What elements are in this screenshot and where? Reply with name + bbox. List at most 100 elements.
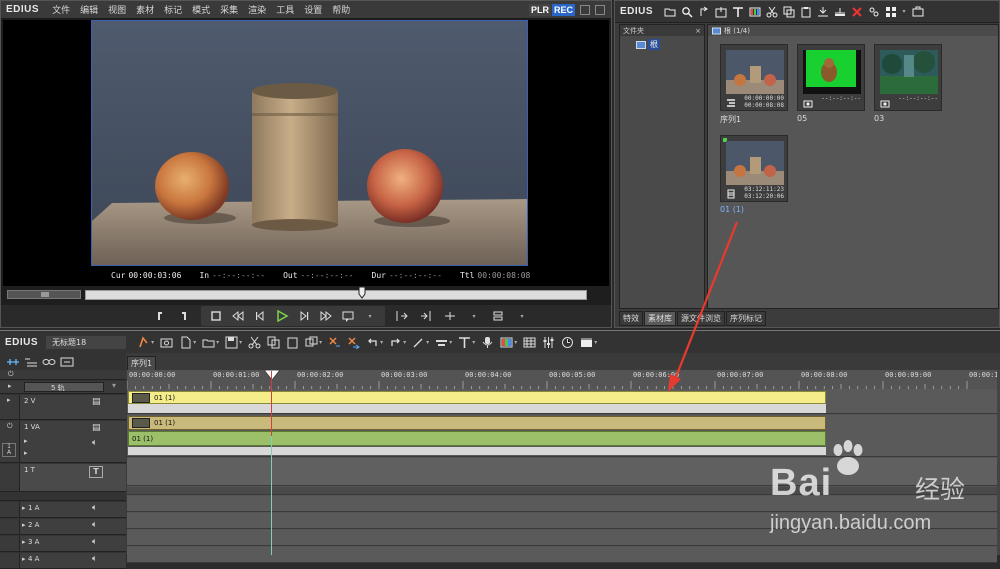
loop-dropdown-icon[interactable]: ▾	[361, 307, 379, 325]
track-header-4a[interactable]: 4 A ▸ 🔈︎	[0, 553, 126, 569]
track-header-2a[interactable]: 2 A ▸ 🔈︎	[0, 519, 126, 535]
snapshot-icon[interactable]	[160, 336, 173, 349]
add-cut-icon[interactable]: ▾	[412, 336, 429, 349]
menu-render[interactable]: 渲染	[243, 3, 271, 16]
menu-capture[interactable]: 采集	[215, 3, 243, 16]
speaker-icon[interactable]: 🔈︎	[92, 520, 97, 530]
stop-icon[interactable]	[207, 307, 225, 325]
layout-icon[interactable]: ▾	[580, 336, 597, 349]
delete-icon[interactable]	[850, 5, 863, 18]
track-header-1va[interactable]: ⏻ 1A 1 VA ▤ 🔈︎ ▸ ▸	[0, 421, 126, 463]
speaker-icon[interactable]: 🔈︎	[92, 554, 97, 564]
step-back-icon[interactable]	[251, 307, 269, 325]
group-icon[interactable]	[60, 357, 74, 367]
video-track-icon[interactable]: ▤	[92, 423, 102, 433]
clip-item[interactable]: --:--:--:-- 05	[797, 44, 865, 123]
folder-root[interactable]: 根	[636, 39, 704, 50]
render-icon[interactable]: ▾	[500, 336, 517, 349]
tab-source-browser[interactable]: 源文件浏览	[677, 311, 725, 326]
track-lock[interactable]: ⏻ 1A	[0, 421, 20, 462]
menu-view[interactable]: 视图	[103, 3, 131, 16]
view-dropdown-icon[interactable]: ▾	[901, 5, 907, 18]
transition-icon[interactable]: ▾	[435, 336, 452, 349]
open-icon[interactable]: ▾	[202, 336, 219, 349]
insert-to-timeline-icon[interactable]	[393, 307, 411, 325]
menu-file[interactable]: 文件	[47, 3, 75, 16]
parent-folder-icon[interactable]	[697, 5, 710, 18]
menu-clip[interactable]: 素材	[131, 3, 159, 16]
speaker-icon[interactable]: 🔈︎	[92, 438, 97, 448]
cut-icon[interactable]	[765, 5, 778, 18]
title-track-icon[interactable]: T	[89, 466, 103, 478]
save-icon[interactable]: ▾	[225, 336, 242, 349]
cut-icon[interactable]	[248, 336, 261, 349]
playhead-handle[interactable]	[264, 370, 280, 380]
track-lock[interactable]	[0, 519, 20, 534]
audio-mixer-icon[interactable]	[542, 336, 555, 349]
track-count-select[interactable]: 5 轨	[24, 382, 104, 392]
track-header-1a[interactable]: 1 A ▸ 🔈︎	[0, 502, 126, 518]
expand-icon[interactable]: ▸	[24, 449, 28, 457]
folder-pane-close-icon[interactable]: ×	[695, 27, 701, 35]
tab-bin[interactable]: 素材库	[644, 311, 676, 326]
expand-icon[interactable]: ▸	[22, 555, 26, 563]
ripple-delete-icon[interactable]	[347, 336, 361, 349]
play-icon[interactable]	[273, 307, 291, 325]
clip-thumbnail-frame[interactable]: 03:12:11:23 03:12:20:06	[720, 135, 788, 202]
timeline-clip[interactable]: 01 (1)	[128, 416, 826, 430]
mode-icon[interactable]: ▾	[137, 335, 154, 349]
menu-tools[interactable]: 工具	[271, 3, 299, 16]
sequence-tab[interactable]: 序列1	[127, 356, 157, 370]
plr-rec-switch[interactable]: PLR REC	[528, 3, 611, 16]
menu-settings[interactable]: 设置	[299, 3, 327, 16]
link-icon[interactable]	[42, 357, 56, 367]
title-icon[interactable]: ▾	[458, 336, 475, 349]
sync-lock-icon[interactable]: ⏻	[8, 370, 14, 379]
menu-help[interactable]: 帮助	[327, 3, 355, 16]
expand-icon[interactable]: ▸	[22, 521, 26, 529]
close-button[interactable]	[595, 4, 605, 15]
track-lock[interactable]	[0, 536, 20, 551]
folder-icon[interactable]	[663, 5, 676, 18]
clip-thumbnail-frame[interactable]: 00:00:00:00 00:00:08:08	[720, 44, 788, 111]
search-icon[interactable]	[680, 5, 693, 18]
step-forward-icon[interactable]	[295, 307, 313, 325]
timecode-clock-icon[interactable]	[561, 336, 574, 349]
shuttle-slider[interactable]	[7, 290, 81, 299]
set-in-icon[interactable]	[151, 307, 169, 325]
menu-mode[interactable]: 模式	[187, 3, 215, 16]
add-to-timeline-icon[interactable]	[816, 5, 829, 18]
clip-item[interactable]: 00:00:00:00 00:00:08:08 序列1	[720, 44, 788, 125]
speaker-icon[interactable]: 🔈︎	[92, 503, 97, 513]
video-track-icon[interactable]: ▤	[92, 397, 102, 407]
set-out-icon[interactable]	[175, 307, 193, 325]
voice-over-icon[interactable]	[481, 336, 494, 349]
edit-dropdown-icon[interactable]: ▾	[465, 307, 483, 325]
loop-icon[interactable]	[339, 307, 357, 325]
title-icon[interactable]	[731, 5, 744, 18]
copy-icon[interactable]	[782, 5, 795, 18]
redo-icon[interactable]: ▾	[389, 336, 406, 349]
speaker-icon[interactable]: 🔈︎	[92, 537, 97, 547]
track-header-2v[interactable]: ▸ 2 V ▤	[0, 395, 126, 420]
track-count-dropdown-icon[interactable]: ▾	[112, 381, 116, 390]
timeline-insert-icon[interactable]	[833, 5, 846, 18]
minimize-button[interactable]	[580, 4, 590, 15]
track-lock[interactable]: ▸	[0, 395, 20, 419]
track-2v[interactable]: 01 (1)	[127, 389, 997, 414]
track-lock[interactable]	[0, 553, 20, 568]
track-header-1t[interactable]: 1 T T	[0, 464, 126, 492]
time-ruler[interactable]: 00:00:00:00 00:00:01:00 00:00:02:00 00:0…	[127, 370, 1000, 389]
tab-effects[interactable]: 特效	[619, 311, 643, 326]
paste-icon[interactable]	[799, 5, 812, 18]
track-expand-icon[interactable]	[24, 357, 38, 367]
expand-icon[interactable]: ▸	[24, 437, 28, 445]
rec-toggle[interactable]: REC	[551, 3, 575, 16]
clip-thumbnail-frame[interactable]: --:--:--:--	[797, 44, 865, 111]
expand-icon[interactable]: ▸	[8, 382, 12, 390]
track-header-3a[interactable]: 3 A ▸ 🔈︎	[0, 536, 126, 552]
timeline-audio-clip[interactable]: 01 (1)	[128, 431, 826, 446]
rewind-icon[interactable]	[229, 307, 247, 325]
tab-sequence-markers[interactable]: 序列标记	[726, 311, 766, 326]
properties-icon[interactable]	[867, 5, 880, 18]
